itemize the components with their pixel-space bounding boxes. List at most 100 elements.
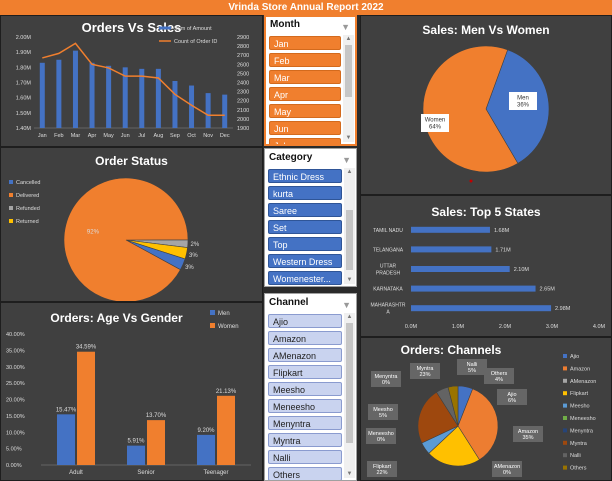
bar-data-label: 1.71M (495, 247, 511, 253)
month-tick: Sep (170, 133, 180, 139)
right-axis-tick: 2300 (237, 90, 249, 96)
month-slicer-title: Month (270, 19, 300, 30)
category-item[interactable]: Womenester... (268, 271, 342, 285)
category-slicer-header: Category ▼ (265, 149, 356, 167)
bar-data-label: 2.10M (514, 267, 530, 273)
channel-item[interactable]: Meesho (268, 382, 342, 396)
month-tick: Oct (187, 133, 196, 139)
legend-marker (563, 465, 567, 470)
month-item[interactable]: Mar (269, 70, 341, 84)
sales-bar (205, 93, 211, 128)
pie-data-label: 36% (517, 103, 530, 109)
category-item[interactable]: Top (268, 237, 342, 251)
right-axis-tick: 2800 (237, 44, 249, 50)
pie-data-label: Women (425, 118, 446, 124)
pie-data-label: 3% (185, 265, 194, 271)
channel-item[interactable]: Flipkart (268, 365, 342, 379)
category-item[interactable]: kurta (268, 186, 342, 200)
month-item[interactable]: Jun (269, 121, 341, 135)
legend-label: Delivered (16, 193, 39, 199)
pie-data-label: 0% (382, 380, 390, 386)
scroll-down-icon[interactable]: ▼ (344, 276, 355, 284)
channel-item[interactable]: AMenazon (268, 348, 342, 362)
y-axis-tick: 0.00% (6, 463, 22, 469)
pie-data-label: 6% (508, 398, 516, 404)
left-axis-tick: 2.00M (16, 35, 32, 41)
left-axis-tick: 1.60M (16, 96, 32, 102)
category-slicer[interactable]: Category ▼ Ethnic Dress kurta Saree Set Top We… (264, 148, 357, 287)
legend-marker (563, 428, 567, 433)
month-tick: Feb (54, 133, 63, 139)
channel-item[interactable]: Others (268, 467, 342, 480)
scroll-thumb[interactable] (346, 323, 353, 443)
pie-data-label: 2% (191, 242, 200, 248)
right-axis-tick: 2400 (237, 81, 249, 87)
scroll-up-icon[interactable]: ▲ (344, 168, 355, 176)
bar-data-label: 1.68M (494, 228, 510, 234)
legend-label: Count of Order ID (174, 39, 217, 45)
right-axis-tick: 2000 (237, 117, 249, 123)
channel-slicer[interactable]: Channel ▼ Ajio Amazon AMenazon Flipkart Meesh… (264, 293, 357, 481)
sales-bar (39, 62, 45, 128)
clear-filter-icon[interactable]: ▼ (342, 151, 351, 169)
channel-item[interactable]: Amazon (268, 331, 342, 345)
sales-bar (106, 65, 112, 128)
clear-filter-icon[interactable]: ▼ (342, 296, 351, 314)
month-slicer[interactable]: Month ▼ Jan Feb Mar Apr May Jun Jul ▲ ▼ (264, 15, 357, 146)
y-axis-tick: 35.00% (6, 348, 25, 354)
month-item[interactable]: Jan (269, 36, 341, 50)
clear-filter-icon[interactable]: ▼ (341, 19, 350, 35)
scroll-down-icon[interactable]: ▼ (343, 134, 354, 142)
order-count-line (42, 42, 225, 117)
channel-item[interactable]: Myntra (268, 433, 342, 447)
scroll-thumb[interactable] (346, 210, 353, 270)
month-item[interactable]: Apr (269, 87, 341, 101)
right-axis-tick: 2100 (237, 108, 249, 114)
scroll-thumb[interactable] (345, 45, 352, 97)
state-tick: TAMIL NADU (373, 228, 403, 234)
channel-slicer-title: Channel (269, 297, 309, 308)
legend-marker (563, 453, 567, 458)
legend-label: Meesho (570, 404, 590, 410)
legend-label: Meneesho (570, 416, 596, 422)
category-item[interactable]: Ethnic Dress (268, 169, 342, 183)
category-item[interactable]: Set (268, 220, 342, 234)
channel-item[interactable]: Ajio (268, 314, 342, 328)
scroll-up-icon[interactable]: ▲ (343, 35, 354, 43)
state-tick: MAHARASHTR (370, 303, 405, 309)
y-axis-tick: 10.00% (6, 430, 25, 436)
bar-data-label: 13.70% (146, 413, 167, 419)
channel-scrollbar[interactable]: ▲ ▼ (344, 313, 355, 478)
women-bar (77, 351, 95, 465)
month-item[interactable]: Jul (269, 138, 341, 144)
orders-vs-sales-panel: Orders Vs Sales 2.00M 1.90M 1.80M 1.70M 1.60… (0, 15, 263, 147)
month-item[interactable]: May (269, 104, 341, 118)
x-axis-tick: 1.0M (452, 324, 465, 330)
legend-marker (563, 391, 567, 396)
x-axis-tick: 4.0M (593, 324, 606, 330)
bar-data-label: 2.65M (540, 287, 556, 293)
month-item[interactable]: Feb (269, 53, 341, 67)
category-tick: Adult (69, 470, 83, 476)
scroll-down-icon[interactable]: ▼ (344, 470, 355, 478)
pie-data-label: 5% (468, 368, 476, 374)
y-axis-tick: 25.00% (6, 381, 25, 387)
scroll-up-icon[interactable]: ▲ (344, 313, 355, 321)
left-axis-tick: 1.80M (16, 65, 32, 71)
month-tick: Jan (38, 133, 47, 139)
legend-label: Ajio (570, 354, 579, 360)
report-banner: Vrinda Store Annual Report 2022 (0, 0, 612, 15)
category-scrollbar[interactable]: ▲ ▼ (344, 168, 355, 284)
channel-item[interactable]: Nalli (268, 450, 342, 464)
channel-item[interactable]: Meneesho (268, 399, 342, 413)
legend-marker (9, 219, 13, 223)
legend-label: Refunded (16, 206, 40, 212)
legend-marker (563, 416, 567, 420)
legend-marker (563, 354, 567, 358)
category-item[interactable]: Western Dress (268, 254, 342, 268)
state-bar (411, 266, 510, 272)
channel-item[interactable]: Menyntra (268, 416, 342, 430)
category-item[interactable]: Saree (268, 203, 342, 217)
month-scrollbar[interactable]: ▲ ▼ (343, 35, 354, 142)
left-axis-tick: 1.50M (16, 111, 32, 117)
